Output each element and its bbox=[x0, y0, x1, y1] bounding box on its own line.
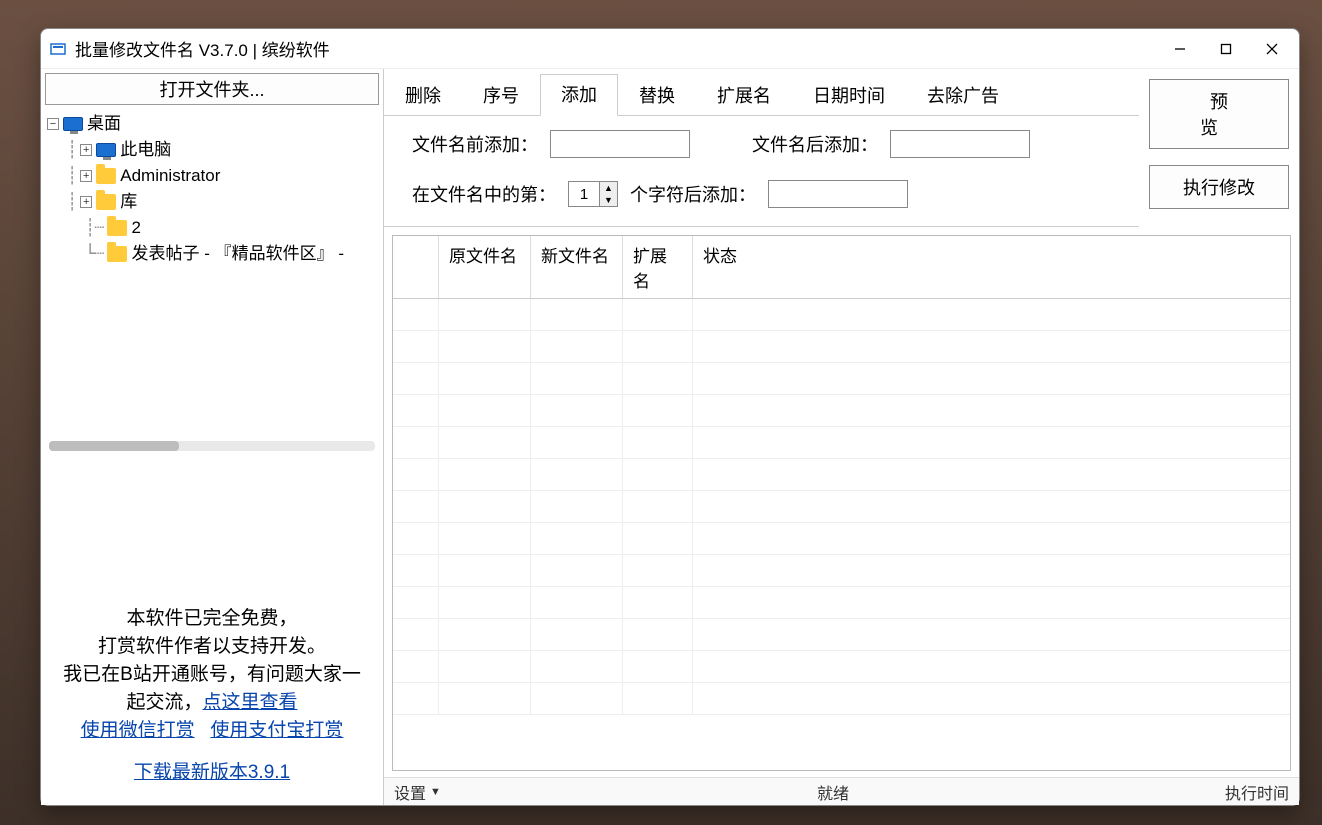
tree-label: Administrator bbox=[120, 163, 220, 189]
table-row[interactable] bbox=[393, 395, 1290, 427]
computer-icon bbox=[96, 143, 116, 157]
folder-icon bbox=[107, 220, 127, 236]
tree-horizontal-scrollbar[interactable] bbox=[49, 441, 375, 451]
tab-datetime[interactable]: 日期时间 bbox=[792, 75, 906, 116]
add-options-panel: 文件名前添加： 文件名后添加： 在文件名中的第： ▲ ▼ bbox=[384, 116, 1139, 227]
promo-line: 打赏软件作者以支持开发。 bbox=[98, 636, 326, 657]
prefix-input[interactable] bbox=[550, 130, 690, 158]
tab-sequence[interactable]: 序号 bbox=[462, 75, 540, 116]
tree-node-administrator[interactable]: ┊ + Administrator bbox=[47, 163, 377, 189]
caret-down-icon: ▼ bbox=[430, 786, 441, 798]
scrollbar-thumb[interactable] bbox=[49, 441, 179, 451]
table-body bbox=[393, 299, 1290, 770]
table-row[interactable] bbox=[393, 427, 1290, 459]
action-buttons: 预 览 执行修改 bbox=[1139, 69, 1299, 227]
collapse-icon[interactable]: − bbox=[47, 118, 59, 130]
folder-icon bbox=[96, 194, 116, 210]
window-controls bbox=[1157, 32, 1295, 66]
tab-delete[interactable]: 删除 bbox=[384, 75, 462, 116]
promo-line: 本软件已完全免费， bbox=[126, 608, 297, 629]
window-title: 批量修改文件名 V3.7.0 | 缤纷软件 bbox=[75, 36, 330, 61]
expand-icon[interactable]: + bbox=[80, 196, 92, 208]
position-label-b: 个字符后添加： bbox=[630, 181, 756, 207]
expand-icon[interactable]: + bbox=[80, 170, 92, 182]
link-alipay-donate[interactable]: 使用支付宝打赏 bbox=[210, 720, 343, 741]
tab-extension[interactable]: 扩展名 bbox=[696, 75, 792, 116]
tree-node-desktop[interactable]: − 桌面 bbox=[47, 111, 377, 137]
col-new[interactable]: 新文件名 bbox=[531, 236, 623, 298]
table-row[interactable] bbox=[393, 363, 1290, 395]
folder-icon bbox=[107, 246, 127, 262]
table-row[interactable] bbox=[393, 299, 1290, 331]
app-icon bbox=[49, 40, 67, 58]
tree-label: 2 bbox=[131, 215, 140, 241]
tab-replace[interactable]: 替换 bbox=[618, 75, 696, 116]
tree-node-thispc[interactable]: ┊ + 此电脑 bbox=[47, 137, 377, 163]
link-download-latest[interactable]: 下载最新版本3.9.1 bbox=[55, 759, 369, 787]
spinner-up-icon[interactable]: ▲ bbox=[600, 182, 617, 194]
tab-remove-ads[interactable]: 去除广告 bbox=[906, 75, 1020, 116]
position-label-a: 在文件名中的第： bbox=[412, 181, 556, 207]
col-original[interactable]: 原文件名 bbox=[439, 236, 531, 298]
promo-text: 本软件已完全免费， 打赏软件作者以支持开发。 我已在B站开通账号，有问题大家一起… bbox=[41, 595, 383, 805]
app-window: 批量修改文件名 V3.7.0 | 缤纷软件 打开文件夹... − 桌面 bbox=[40, 28, 1300, 806]
expand-icon[interactable]: + bbox=[80, 144, 92, 156]
tree-node-library[interactable]: ┊ + 库 bbox=[47, 189, 377, 215]
table-row[interactable] bbox=[393, 459, 1290, 491]
settings-label: 设置 bbox=[394, 780, 426, 804]
tree-label: 桌面 bbox=[87, 111, 121, 137]
position-text-input[interactable] bbox=[768, 180, 908, 208]
status-text: 就绪 bbox=[441, 780, 1225, 804]
folder-tree[interactable]: − 桌面 ┊ + 此电脑 ┊ + Administrator ┊ bbox=[41, 107, 383, 437]
sidebar: 打开文件夹... − 桌面 ┊ + 此电脑 ┊ + Administr bbox=[41, 69, 384, 805]
link-bilibili[interactable]: 点这里查看 bbox=[203, 692, 298, 713]
maximize-button[interactable] bbox=[1203, 32, 1249, 66]
folder-icon bbox=[96, 168, 116, 184]
desktop-icon bbox=[63, 117, 83, 131]
table-row[interactable] bbox=[393, 491, 1290, 523]
close-button[interactable] bbox=[1249, 32, 1295, 66]
open-folder-button[interactable]: 打开文件夹... bbox=[45, 73, 379, 105]
link-wechat-donate[interactable]: 使用微信打赏 bbox=[81, 720, 195, 741]
table-row[interactable] bbox=[393, 331, 1290, 363]
tree-label: 此电脑 bbox=[120, 137, 171, 163]
col-status[interactable]: 状态 bbox=[693, 236, 1290, 298]
table-row[interactable] bbox=[393, 651, 1290, 683]
main-panel: 删除 序号 添加 替换 扩展名 日期时间 去除广告 文件名前添加： 文件名后添加… bbox=[384, 69, 1299, 805]
tree-label: 库 bbox=[120, 189, 137, 215]
table-row[interactable] bbox=[393, 555, 1290, 587]
table-header: 原文件名 新文件名 扩展名 状态 bbox=[393, 236, 1290, 299]
results-table: 原文件名 新文件名 扩展名 状态 bbox=[392, 235, 1291, 771]
execute-button[interactable]: 执行修改 bbox=[1149, 165, 1289, 209]
tabs: 删除 序号 添加 替换 扩展名 日期时间 去除广告 bbox=[384, 69, 1139, 116]
statusbar: 设置 ▼ 就绪 执行时间 bbox=[384, 777, 1299, 805]
exec-time-label: 执行时间 bbox=[1225, 780, 1289, 804]
table-row[interactable] bbox=[393, 619, 1290, 651]
tree-node-2[interactable]: ┊┈ 2 bbox=[47, 215, 377, 241]
tab-add[interactable]: 添加 bbox=[540, 74, 618, 116]
tree-node-post[interactable]: └┈ 发表帖子 - 『精品软件区』 - bbox=[47, 241, 377, 267]
table-row[interactable] bbox=[393, 683, 1290, 715]
tree-label: 发表帖子 - 『精品软件区』 - bbox=[131, 241, 344, 267]
prefix-label: 文件名前添加： bbox=[412, 131, 538, 157]
position-value[interactable] bbox=[569, 182, 599, 206]
spinner-down-icon[interactable]: ▼ bbox=[600, 194, 617, 206]
col-index[interactable] bbox=[393, 236, 439, 298]
position-spinner[interactable]: ▲ ▼ bbox=[568, 181, 618, 207]
suffix-input[interactable] bbox=[890, 130, 1030, 158]
settings-menu[interactable]: 设置 ▼ bbox=[394, 780, 441, 804]
minimize-button[interactable] bbox=[1157, 32, 1203, 66]
col-ext[interactable]: 扩展名 bbox=[623, 236, 693, 298]
preview-button[interactable]: 预 览 bbox=[1149, 79, 1289, 149]
titlebar: 批量修改文件名 V3.7.0 | 缤纷软件 bbox=[41, 29, 1299, 69]
table-row[interactable] bbox=[393, 587, 1290, 619]
table-row[interactable] bbox=[393, 523, 1290, 555]
suffix-label: 文件名后添加： bbox=[752, 131, 878, 157]
